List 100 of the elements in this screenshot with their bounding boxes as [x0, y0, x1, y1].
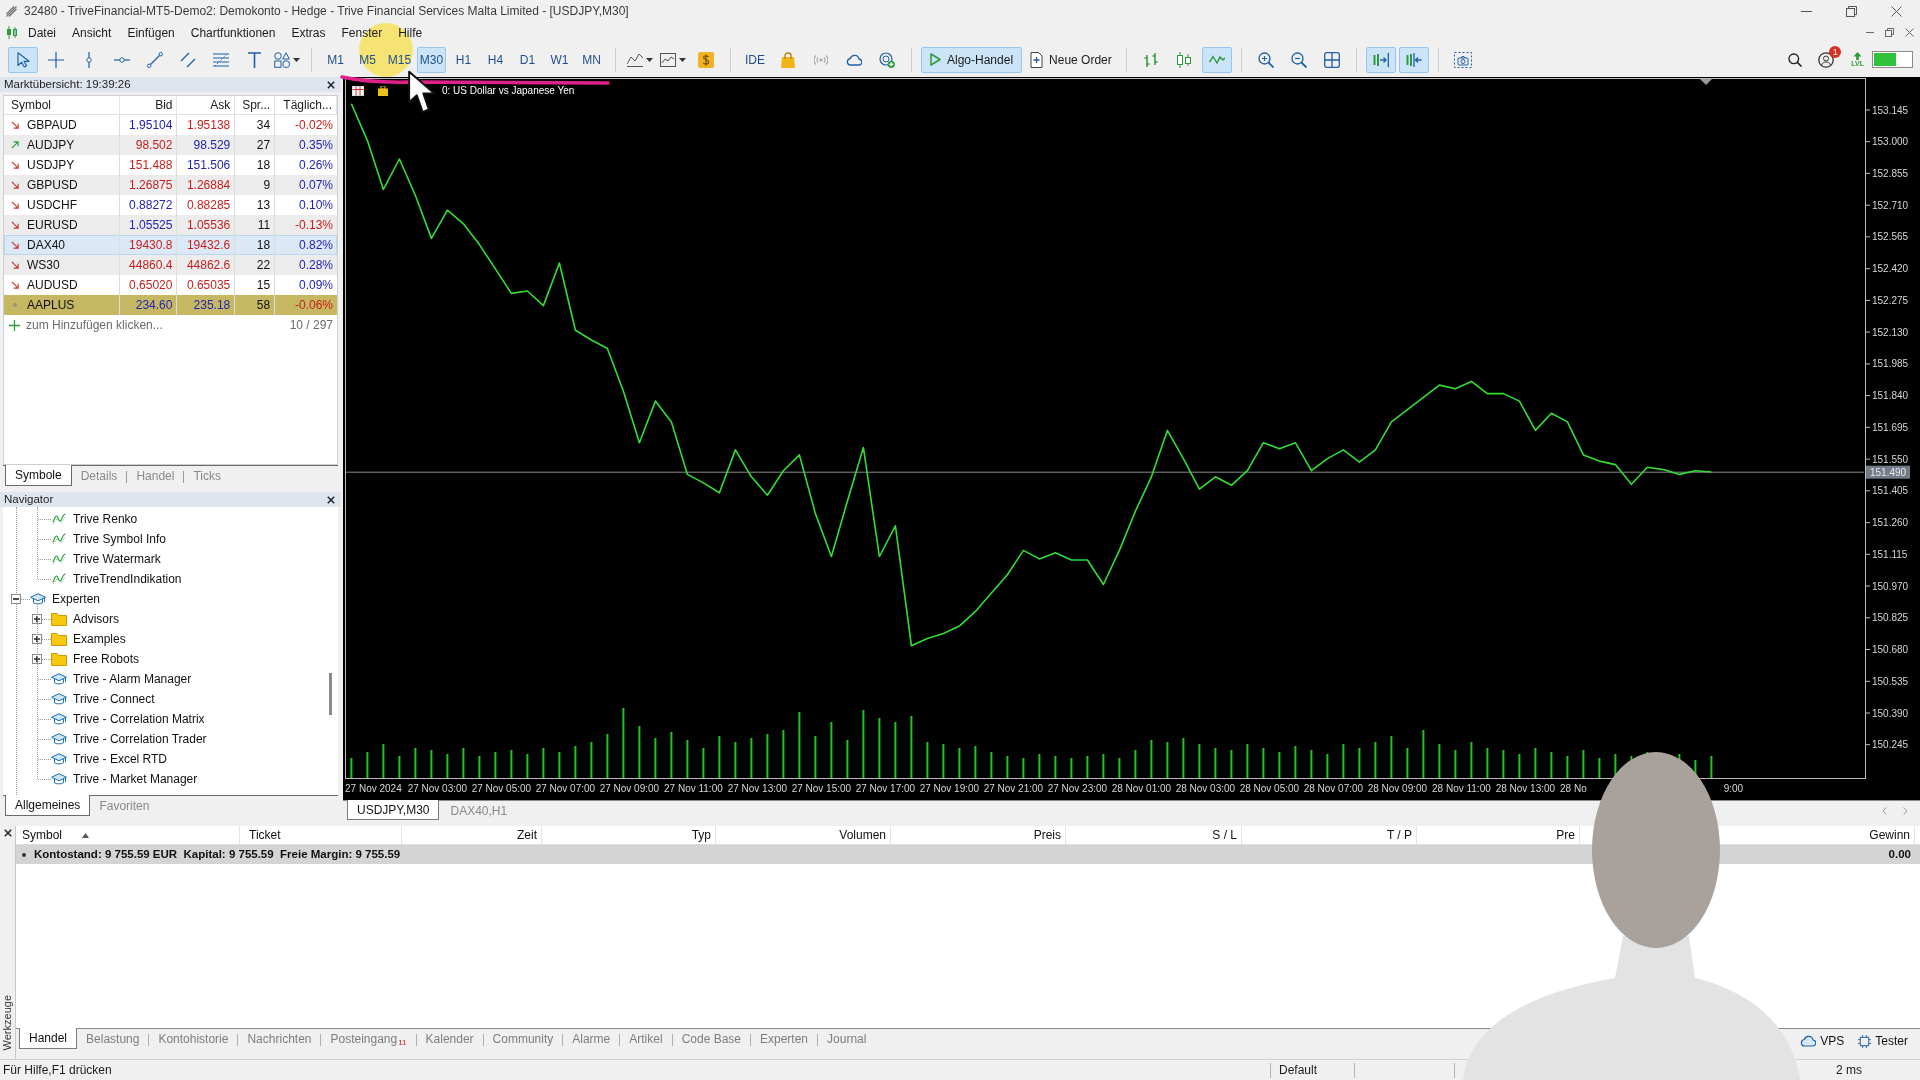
user-icon[interactable] [1818, 51, 1835, 68]
menu-item[interactable]: Extras [283, 23, 334, 42]
timeframe-button[interactable]: M5 [353, 46, 382, 73]
trend-line-icon[interactable] [147, 51, 163, 68]
shopping-bag-icon[interactable] [780, 51, 796, 68]
toolbox-tab[interactable]: Journal [818, 1029, 876, 1049]
chart-shift-button[interactable] [1398, 46, 1429, 73]
tree-item[interactable]: Trive Symbol Info [73, 530, 166, 548]
restore-icon[interactable] [1846, 5, 1857, 17]
close-icon[interactable] [327, 495, 335, 504]
tree-item[interactable]: TriveTrendIndikation [73, 570, 182, 588]
close-icon[interactable] [1891, 5, 1902, 17]
menu-item[interactable]: Ansicht [64, 23, 120, 42]
auto-scroll-button[interactable] [1365, 46, 1396, 73]
horizontal-line-icon[interactable] [114, 56, 130, 63]
timeframe-button[interactable]: W1 [545, 46, 574, 73]
grid-icon[interactable] [1323, 51, 1340, 68]
line-graph-icon[interactable] [627, 52, 643, 67]
close-icon[interactable] [3, 829, 12, 837]
service-button[interactable]: Tester [1858, 1032, 1908, 1050]
timeframe-button[interactable]: H4 [481, 46, 510, 73]
chart-window-icon[interactable] [660, 52, 676, 67]
table-row[interactable]: AUDJPY 98.502 98.529 27 0.35% [4, 135, 337, 155]
zoom-in-icon[interactable] [1257, 51, 1274, 68]
tree-item[interactable]: Trive - Excel RTD [73, 750, 167, 768]
candlestick-icon[interactable] [1176, 51, 1191, 68]
column-header[interactable]: Volumen [839, 826, 886, 844]
tree-item[interactable]: Trive - Correlation Matrix [73, 710, 205, 728]
camera-icon[interactable] [1453, 51, 1472, 68]
column-header[interactable]: Spr... [235, 96, 276, 114]
horizontal-levels-icon[interactable] [213, 52, 229, 67]
plus-box-icon[interactable] [32, 654, 42, 664]
menu-item[interactable]: Einfügen [119, 23, 183, 42]
restore-icon[interactable] [1885, 28, 1894, 37]
caret-icon[interactable] [293, 57, 300, 62]
panel-tab[interactable]: Symbole [5, 465, 72, 486]
toolbox-tab[interactable]: Nachrichten [238, 1029, 321, 1049]
toolbox-tab[interactable]: Artikel [620, 1029, 672, 1049]
toolbox-tab[interactable]: Handel [19, 1028, 78, 1049]
shapes-icon[interactable] [274, 51, 290, 68]
minus-box-icon[interactable] [11, 594, 21, 604]
dollar-icon[interactable] [698, 51, 714, 68]
toolbox-tab[interactable]: Experten [751, 1029, 818, 1049]
toolbox-tab[interactable]: Belastung [77, 1029, 149, 1049]
minimize-icon[interactable] [1801, 10, 1812, 12]
tree-item[interactable]: Trive - Correlation Trader [73, 730, 207, 748]
timeframe-button[interactable]: D1 [513, 46, 542, 73]
column-header[interactable]: Symbol [4, 96, 120, 114]
column-header[interactable]: Pre [1556, 826, 1575, 844]
shift-marker-icon[interactable] [1700, 79, 1712, 85]
zoom-out-icon[interactable] [1290, 51, 1307, 68]
timeframe-button[interactable]: M30 [417, 46, 446, 73]
column-header[interactable]: Preis [1033, 826, 1061, 844]
table-row[interactable]: DAX40 19430.8 19432.6 18 0.82% [4, 235, 337, 255]
timeframe-button[interactable]: MN [577, 46, 606, 73]
caret-icon[interactable] [646, 57, 653, 62]
column-header[interactable]: Zeit [517, 826, 537, 844]
tree-item[interactable]: Advisors [73, 610, 119, 628]
chart-tab[interactable]: USDJPY,M30 [347, 800, 440, 820]
toolbox-tab[interactable]: Code Base [672, 1029, 750, 1049]
new-order-button[interactable]: Neue Order [1025, 46, 1117, 73]
column-header[interactable]: Symbol [22, 826, 62, 844]
toolbox-tab[interactable]: Kontohistorie [149, 1029, 238, 1049]
plus-box-icon[interactable] [32, 634, 42, 644]
table-row[interactable]: AAPLUS 234.60 235.18 58 -0.06% [4, 295, 337, 315]
column-header[interactable]: Ticket [249, 826, 281, 844]
service-button[interactable]: VPS [1800, 1032, 1845, 1050]
menu-item[interactable]: Datei [20, 23, 64, 42]
parallel-lines-icon[interactable] [180, 51, 196, 68]
table-row[interactable]: GBPUSD 1.26875 1.26884 9 0.07% [4, 175, 337, 195]
column-header[interactable]: Typ [691, 826, 711, 844]
tree-item[interactable]: Trive - Market Manager [73, 770, 198, 788]
table-row[interactable]: EURUSD 1.05525 1.05536 11 -0.13% [4, 215, 337, 235]
pointer-tool-button[interactable] [8, 46, 38, 73]
timeframe-button[interactable]: M15 [385, 46, 414, 73]
column-header[interactable]: S / L [1212, 826, 1237, 844]
table-row[interactable]: WS30 44860.4 44862.6 22 0.28% [4, 255, 337, 275]
target-plus-icon[interactable] [879, 51, 895, 68]
timeframe-button[interactable]: H1 [449, 46, 478, 73]
tree-item[interactable]: Trive - Alarm Manager [73, 670, 192, 688]
toolbox-tab[interactable]: Alarme [563, 1029, 620, 1049]
panel-tab[interactable]: Allgemeines [5, 795, 91, 816]
toolbox-tab[interactable]: Kalender [416, 1029, 483, 1049]
tree-item[interactable]: Experten [52, 590, 101, 608]
column-header[interactable]: Ask [177, 96, 236, 114]
caret-icon[interactable] [679, 57, 686, 62]
column-header[interactable]: T / P [1386, 826, 1412, 844]
tree-item[interactable]: Free Robots [73, 650, 140, 668]
add-symbol-hint[interactable]: zum Hinzufügen klicken... [26, 316, 163, 334]
ide-button[interactable]: IDE [740, 46, 770, 73]
scrollbar-thumb[interactable] [329, 673, 332, 715]
plus-icon[interactable] [9, 319, 20, 331]
tree-item[interactable]: Trive - Connect [73, 690, 155, 708]
search-icon[interactable] [1788, 52, 1803, 67]
timeframe-button[interactable]: M1 [321, 46, 350, 73]
vertical-line-icon[interactable] [86, 51, 92, 68]
column-header[interactable]: Täglich... [275, 96, 337, 114]
algo-trading-button[interactable]: Algo-Handel [921, 46, 1023, 73]
close-icon[interactable] [327, 80, 335, 89]
bar-chart-icon[interactable] [1143, 52, 1158, 67]
